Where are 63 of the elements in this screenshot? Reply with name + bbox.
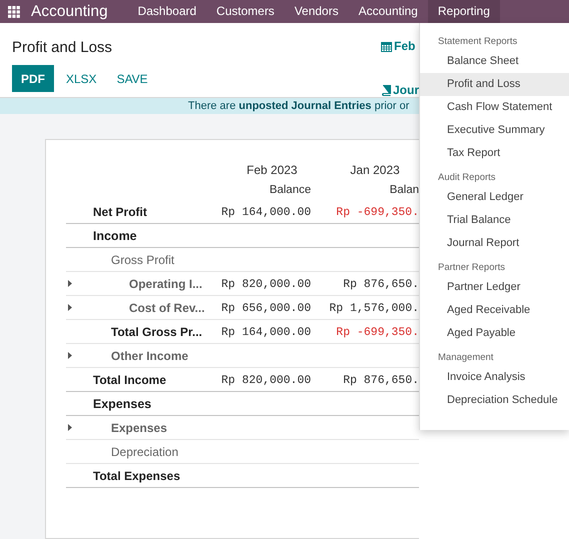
page-title: Profit and Loss — [12, 39, 114, 56]
column-header: Balan — [388, 184, 419, 196]
toolbar-button[interactable]: PDF — [12, 65, 54, 92]
nav-menu-item[interactable]: Vendors — [284, 0, 348, 23]
menu-item[interactable]: Partner Ledger — [420, 276, 569, 299]
nav-menu-item[interactable]: Customers — [206, 0, 284, 23]
caret-right-icon[interactable] — [68, 352, 72, 359]
menu-item[interactable]: General Ledger — [420, 186, 569, 209]
line-label: Income — [93, 228, 137, 242]
column-header: Balance — [268, 184, 311, 196]
amount-value: Rp 164,000.00 — [221, 326, 311, 339]
line-label: Expenses — [93, 396, 152, 410]
filter-button[interactable]: Feb — [381, 39, 419, 53]
calendar-icon — [381, 40, 392, 52]
nav-menu-item[interactable]: Accounting — [348, 0, 428, 23]
filter-button[interactable]: Jour — [381, 83, 419, 97]
toolbar-button[interactable]: SAVE — [106, 65, 158, 92]
amount-value: Rp 876,650. — [343, 374, 419, 387]
line-label[interactable]: Operating I... — [129, 276, 202, 290]
menu-item[interactable]: Tax Report — [420, 142, 569, 165]
amount-value: Rp 876,650. — [343, 278, 419, 291]
toolbar-button[interactable]: XLSX — [56, 65, 107, 92]
line-label: Total Gross Pr... — [111, 324, 202, 338]
line-label: Total Income — [93, 372, 166, 386]
menu-item[interactable]: Profit and Loss — [420, 73, 569, 96]
nav-menu-item[interactable]: Dashboard — [128, 0, 206, 23]
caret-right-icon[interactable] — [68, 424, 72, 431]
amount-value: Rp 820,000.00 — [221, 278, 311, 291]
amount-value: Rp 1,576,000. — [329, 302, 419, 315]
menu-item[interactable]: Trial Balance — [420, 209, 569, 232]
line-label[interactable]: Expenses — [111, 420, 168, 434]
menu-item[interactable]: Depreciation Schedule — [420, 389, 569, 412]
amount-value: Rp 820,000.00 — [221, 374, 311, 387]
column-period: Jan 2023 — [349, 163, 401, 177]
amount-value: Rp -699,350. — [336, 206, 419, 219]
menu-item[interactable]: Journal Report — [420, 232, 569, 255]
amount-value: Rp 164,000.00 — [221, 206, 311, 219]
nav-menu-item[interactable]: Reporting — [428, 0, 500, 23]
menu-item[interactable]: Aged Payable — [420, 322, 569, 345]
column-period: Feb 2023 — [246, 163, 298, 177]
menu-section-header: Audit Reports — [437, 171, 497, 185]
menu-section-header: Management — [437, 351, 494, 365]
line-label[interactable]: Other Income — [111, 348, 188, 362]
line-label: Net Profit — [93, 204, 147, 218]
menu-section-header: Statement Reports — [437, 35, 518, 49]
caret-right-icon[interactable] — [68, 304, 72, 311]
amount-value: Rp 656,000.00 — [221, 302, 311, 315]
amount-value: Rp -699,350. — [336, 326, 419, 339]
apps-grid-icon[interactable] — [8, 6, 20, 18]
line-label[interactable]: Cost of Rev... — [129, 300, 205, 314]
menu-item[interactable]: Aged Receivable — [420, 299, 569, 322]
app-name[interactable]: Accounting — [31, 2, 108, 20]
line-label: Total Expenses — [93, 468, 180, 482]
menu-section-header: Partner Reports — [437, 261, 506, 275]
book-icon — [381, 84, 391, 96]
line-label: Gross Profit — [111, 252, 174, 266]
line-label: Depreciation — [111, 444, 178, 458]
menu-item[interactable]: Balance Sheet — [420, 50, 569, 73]
menu-item[interactable]: Cash Flow Statement — [420, 96, 569, 119]
warning-banner: There are unposted Journal Entries prior or — [0, 98, 419, 114]
menu-item[interactable]: Invoice Analysis — [420, 366, 569, 389]
caret-right-icon[interactable] — [68, 280, 72, 287]
menu-item[interactable]: Executive Summary — [420, 119, 569, 142]
